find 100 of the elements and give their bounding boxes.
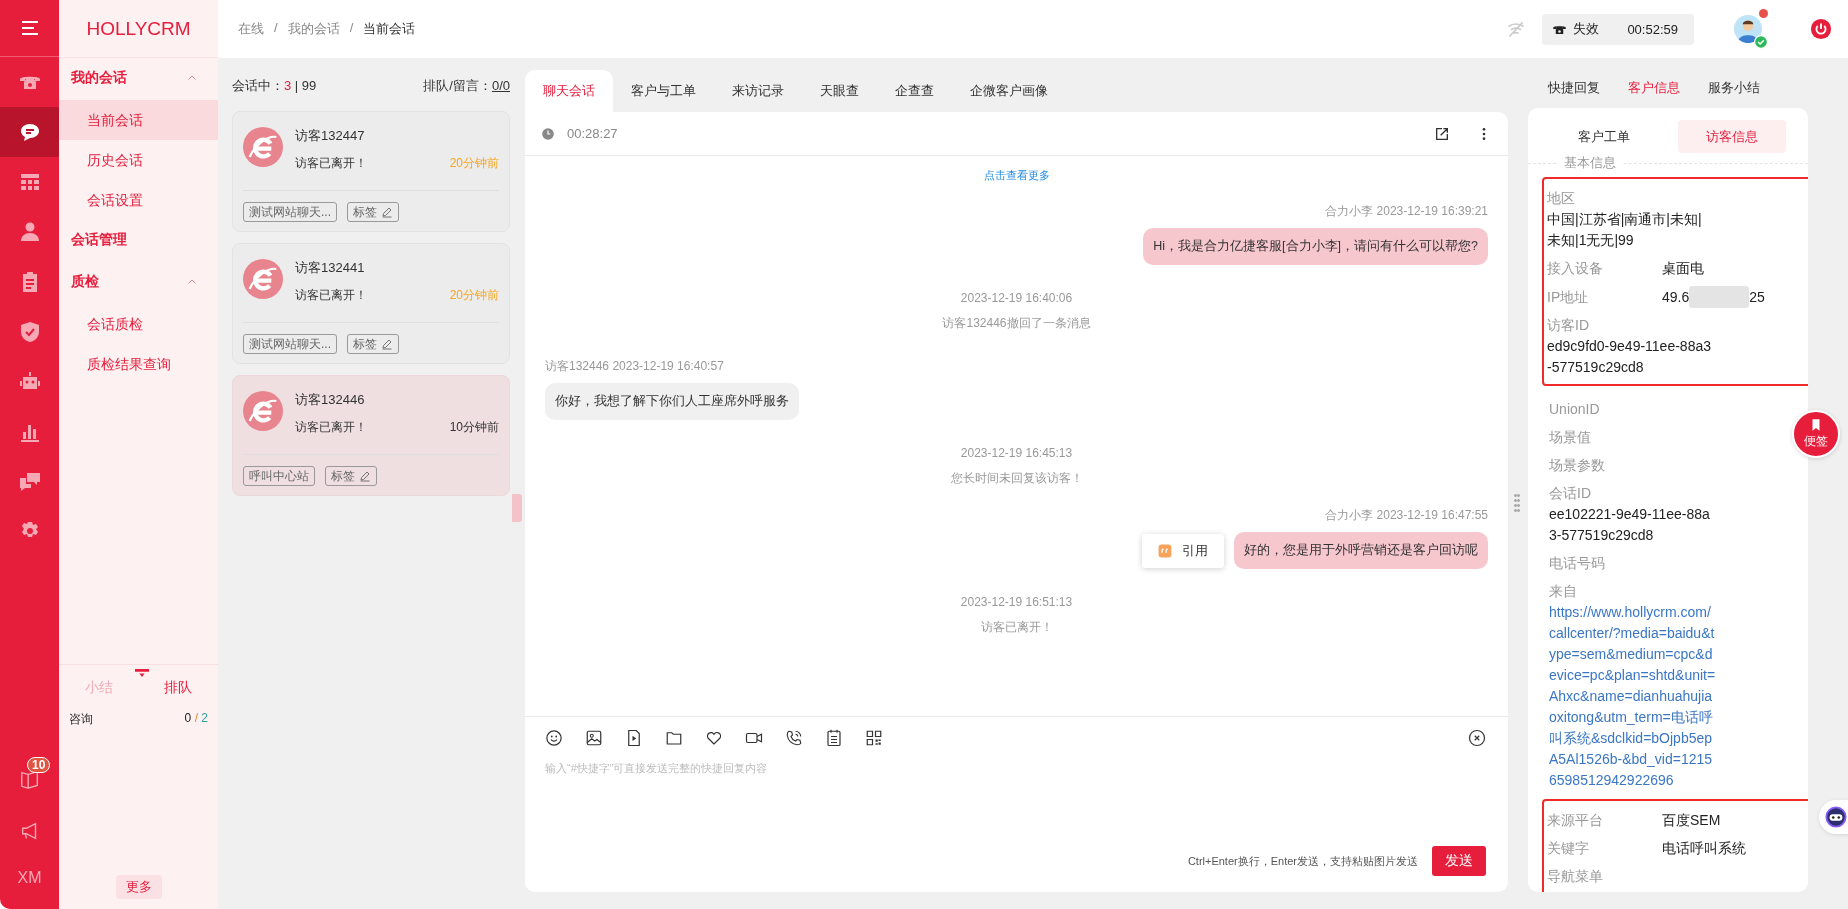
field-label: 会话ID	[1549, 484, 1592, 503]
message-meta: 合力小李 2023-12-19 16:47:55	[1325, 507, 1488, 524]
panel-tab[interactable]: 快捷回复	[1548, 79, 1600, 97]
session-time: 20分钟前	[449, 155, 499, 172]
field-label: 电话号码	[1549, 554, 1606, 573]
online-check-icon	[1754, 35, 1768, 49]
message-time: 2023-12-19 16:51:13	[959, 595, 1074, 609]
field-value: 电话呼叫系统	[1662, 839, 1746, 858]
collapse-caret-icon[interactable]	[135, 669, 149, 677]
call-status[interactable]: 失效 00:52:59	[1542, 13, 1694, 45]
session-time: 10分钟前	[449, 419, 499, 436]
queue-link[interactable]: 0/0	[491, 78, 510, 93]
emoji-icon[interactable]	[545, 729, 563, 747]
tag-button[interactable]: 标签	[347, 202, 399, 222]
queue-count: 0 / 2	[184, 711, 208, 727]
field-value: 桌面电	[1662, 259, 1704, 278]
menu-group[interactable]: 会话管理	[59, 218, 218, 262]
breadcrumb-item: 当前会话	[363, 20, 416, 38]
browser-icon	[243, 259, 283, 299]
chat-tab[interactable]: 天眼查	[802, 70, 877, 112]
session-card[interactable]: 访客132441 访客已离开！ 20分钟前 测试网站聊天... 标签	[232, 243, 510, 364]
panel-tab[interactable]: 服务小结	[1708, 79, 1760, 97]
field-value: 49.6	[1662, 287, 1690, 307]
image-icon[interactable]	[585, 729, 603, 747]
pencil-icon	[359, 470, 371, 482]
tag-button[interactable]: 标签	[325, 466, 377, 486]
visitor-name: 访客132441	[295, 259, 366, 277]
field-label: 访客ID	[1547, 316, 1590, 335]
field-value: ee102221-9e49-11ee-88a3-577519c29cd8	[1549, 505, 1711, 545]
play-file-icon[interactable]	[625, 729, 643, 747]
browser-icon	[243, 127, 283, 167]
field-label: 地区	[1547, 189, 1576, 208]
menu-item[interactable]: 会话质检	[59, 304, 218, 344]
panel-tab[interactable]: 客户信息	[1628, 79, 1680, 97]
send-button[interactable]: 发送	[1432, 846, 1486, 876]
breadcrumb-separator: /	[349, 20, 354, 37]
brand-logo: HOLLYCRM	[86, 17, 191, 40]
source-tag: 呼叫中心站	[243, 466, 315, 486]
field-label: 来自	[1549, 582, 1578, 601]
active-count: 会话中：3 | 99	[232, 77, 317, 95]
info-tab[interactable]: 访客信息	[1678, 120, 1786, 153]
pencil-icon	[381, 338, 393, 350]
session-time: 20分钟前	[449, 287, 499, 304]
menu-item[interactable]: 质检结果查询	[59, 344, 218, 384]
chat-tab[interactable]: 企微客户画像	[952, 70, 1066, 112]
load-more-link[interactable]: 点击查看更多	[983, 169, 1050, 181]
avatar-icon[interactable]	[1734, 15, 1762, 43]
session-card[interactable]: 访客132446 访客已离开！ 10分钟前 呼叫中心站 标签	[232, 375, 510, 496]
user-initials[interactable]: XM	[17, 869, 42, 887]
queue-label: 排队/留言：	[423, 78, 492, 93]
menu-item[interactable]: 历史会话	[59, 140, 218, 180]
source-url-link[interactable]: https://www.hollycrm.com/callcenter/?media=baidu&type=sem&medium=cpc&device=pc&plan=shtd&unit=Ahxc&name=dianhuahujiaoxitong&utm_term=电话呼叫系统&sdclkid=bOjpb5epA5Al1526b-&bd_vid=12156598512942922696	[1549, 602, 1717, 791]
close-icon[interactable]	[1468, 729, 1486, 747]
breadcrumb-separator: /	[274, 20, 278, 37]
field-value: 中国|江苏省|南通市|未知|未知|1无无|99	[1547, 210, 1703, 250]
field-label: 导航菜单	[1547, 867, 1604, 886]
qr-code-icon[interactable]	[865, 729, 883, 747]
note-button[interactable]: 便签	[1792, 410, 1840, 458]
folder-icon[interactable]	[665, 729, 683, 747]
message-meta: 合力小李 2023-12-19 16:39:21	[1325, 203, 1488, 220]
session-status: 访客已离开！	[295, 155, 367, 172]
source-tag: 测试网站聊天...	[243, 334, 337, 354]
nav-rail-item[interactable]	[0, 107, 59, 157]
chat-tab[interactable]: 来访记录	[714, 70, 802, 112]
summary-tab[interactable]: 排队	[164, 679, 193, 707]
menu-item[interactable]: 当前会话	[59, 100, 218, 140]
collapse-handle[interactable]	[512, 494, 522, 522]
field-label: 关键字	[1547, 839, 1590, 858]
quote-menu[interactable]: 引用	[1142, 533, 1224, 568]
field-value: 25	[1749, 287, 1765, 307]
share-icon[interactable]	[1434, 125, 1450, 142]
info-tab[interactable]: 客户工单	[1550, 120, 1658, 153]
chat-tab[interactable]: 企查查	[877, 70, 952, 112]
session-card[interactable]: 访客132447 访客已离开！ 20分钟前 测试网站聊天... 标签	[232, 111, 510, 232]
breadcrumb-item[interactable]: 我的会话	[287, 20, 340, 38]
breadcrumb-item[interactable]: 在线	[238, 20, 264, 38]
queue-label: 咨询	[69, 711, 93, 728]
session-timer: 00:28:27	[567, 126, 618, 141]
visitor-name: 访客132447	[295, 127, 366, 145]
menu-group[interactable]: 我的会话	[59, 56, 218, 100]
count-badge: 10	[27, 757, 51, 773]
tag-button[interactable]: 标签	[347, 334, 399, 354]
session-status: 访客已离开！	[295, 419, 367, 436]
browser-icon	[243, 391, 283, 431]
redaction-blur	[1689, 286, 1750, 308]
phone-call-icon[interactable]	[785, 729, 803, 747]
system-notice: 访客132446撤回了一条消息	[941, 315, 1092, 332]
power-icon[interactable]	[1810, 18, 1832, 40]
resize-handle[interactable]	[1514, 493, 1520, 513]
notepad-icon[interactable]	[825, 729, 843, 747]
chat-tab[interactable]: 聊天会话	[525, 70, 613, 112]
heart-icon[interactable]	[705, 729, 723, 747]
chat-tab[interactable]: 客户与工单	[613, 70, 714, 112]
menu-group[interactable]: 质检	[59, 260, 218, 304]
assistant-widget[interactable]	[1819, 800, 1848, 834]
robot-face-icon	[1825, 806, 1847, 828]
field-label: 场景参数	[1549, 456, 1606, 475]
menu-item[interactable]: 会话设置	[59, 180, 218, 220]
more-button[interactable]: 更多	[115, 875, 162, 899]
chat-bubbles-icon	[17, 470, 42, 494]
